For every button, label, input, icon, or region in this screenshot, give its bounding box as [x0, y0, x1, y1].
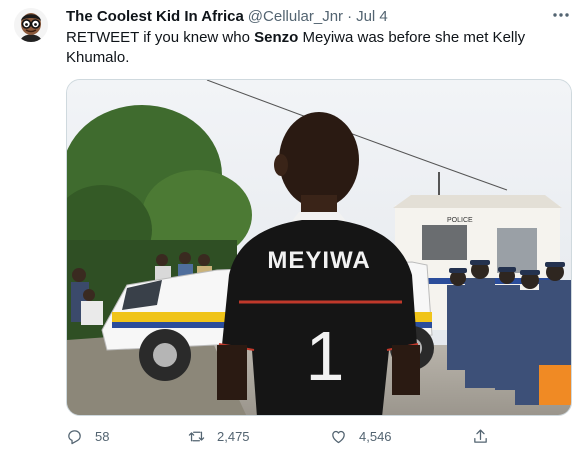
- tweet-text: RETWEET if you knew who Senzo Meyiwa was…: [66, 28, 566, 68]
- reply-button[interactable]: 58: [66, 428, 109, 445]
- photo-illustration: POLICE MEYIWA 1: [67, 80, 571, 415]
- display-name[interactable]: The Coolest Kid In Africa: [66, 8, 244, 25]
- reply-count: 58: [95, 429, 110, 444]
- jersey-name: MEYIWA: [267, 247, 370, 274]
- tweet-header: The Coolest Kid In Africa @Cellular_Jnr …: [66, 6, 542, 26]
- tweet-actions: 58 2,475 4,546: [66, 428, 566, 448]
- jersey-number: 1: [306, 317, 345, 395]
- tweet-card[interactable]: The Coolest Kid In Africa @Cellular_Jnr …: [0, 0, 582, 453]
- like-button[interactable]: 4,546: [330, 428, 392, 445]
- like-icon: [332, 430, 345, 444]
- share-icon: [474, 429, 487, 443]
- more-horizontal-icon: [553, 13, 569, 17]
- retweet-count: 2,475: [217, 429, 250, 444]
- avatar-illustration: [14, 8, 48, 42]
- retweet-icon: [188, 431, 205, 442]
- retweet-button[interactable]: 2,475: [188, 428, 250, 445]
- building-sign: POLICE: [447, 217, 473, 224]
- reply-icon: [68, 430, 81, 445]
- tweet-date[interactable]: Jul 4: [356, 8, 388, 25]
- like-count: 4,546: [359, 429, 392, 444]
- tweet-media-photo[interactable]: POLICE MEYIWA 1: [66, 79, 572, 416]
- more-options-button[interactable]: [548, 4, 574, 26]
- share-button[interactable]: [472, 428, 501, 445]
- tweet-text-before: RETWEET if you knew who: [66, 29, 255, 46]
- avatar[interactable]: [14, 8, 48, 42]
- separator-dot: ·: [347, 7, 353, 25]
- tweet-text-bold: Senzo: [254, 29, 299, 46]
- user-handle[interactable]: @Cellular_Jnr: [248, 8, 343, 25]
